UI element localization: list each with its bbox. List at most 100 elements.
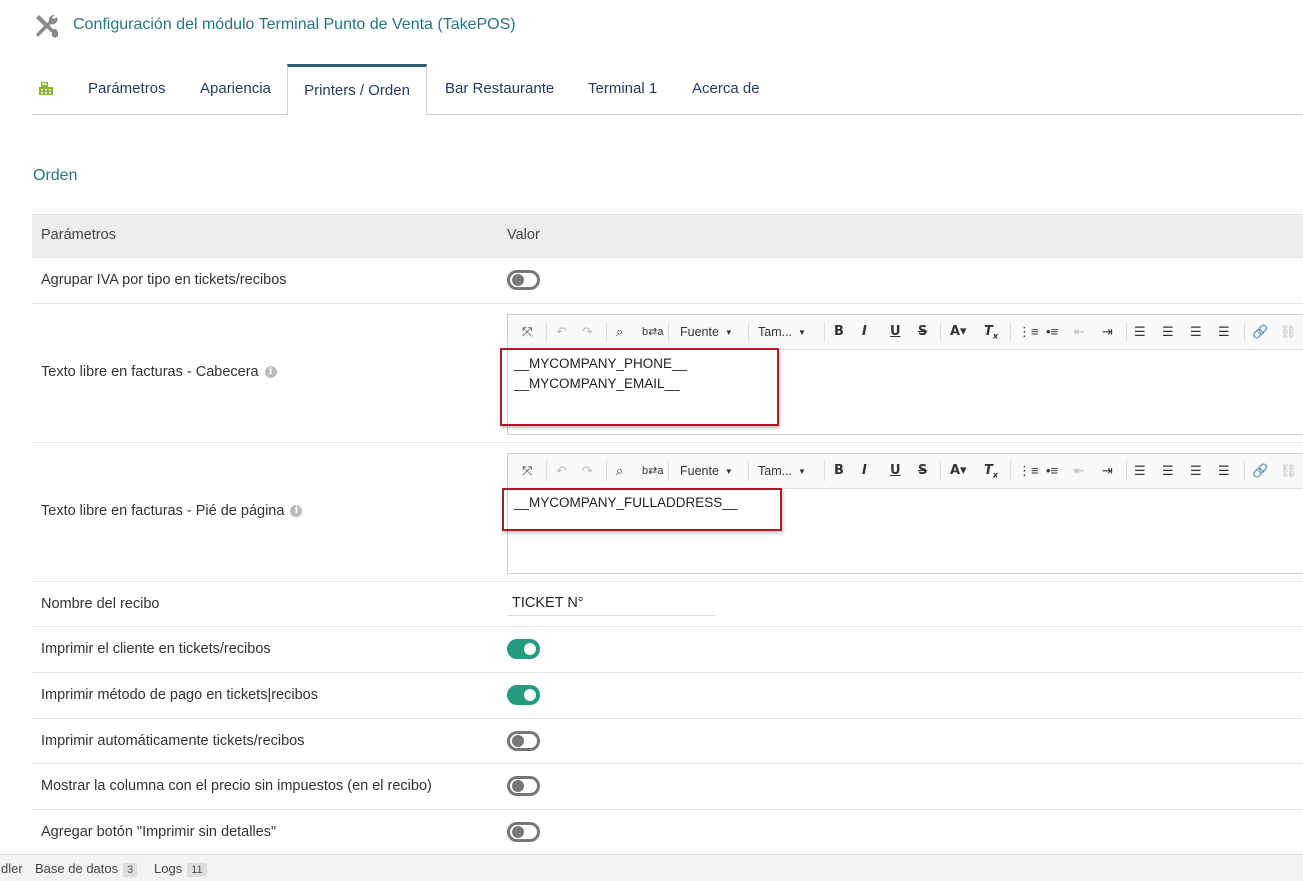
replace-icon[interactable]: b⇄a <box>642 462 663 480</box>
strikethrough-icon[interactable]: S <box>918 323 927 341</box>
find-icon[interactable]: ⌕ <box>616 462 623 480</box>
indent-icon[interactable]: ⇥ <box>1102 462 1113 480</box>
header-valor: Valor <box>507 227 540 243</box>
strikethrough-icon[interactable]: S <box>918 462 927 480</box>
toggle-switch[interactable] <box>507 822 540 842</box>
highlight-box <box>500 348 779 426</box>
table-row: Mostrar la columna con el precio sin imp… <box>32 764 1303 810</box>
font-select[interactable]: Fuente ▼ <box>680 323 733 341</box>
info-icon: i <box>290 505 303 518</box>
font-select-label: Fuente <box>680 325 719 339</box>
table-header-row: Parámetros Valor <box>32 215 1303 258</box>
font-select-label: Fuente <box>680 464 719 478</box>
count-badge: 3 <box>123 863 138 877</box>
row-label: Nombre del recibo <box>41 596 160 612</box>
toggle-switch[interactable] <box>507 685 540 705</box>
tab-bar-restaurante[interactable]: Bar Restaurante <box>445 64 554 114</box>
redo-icon[interactable]: ↷ <box>582 462 593 480</box>
outdent-icon[interactable]: ⇤ <box>1074 462 1085 480</box>
tab-printers-orden[interactable]: Printers / Orden <box>287 64 427 116</box>
link-icon[interactable]: 🔗 <box>1252 323 1268 341</box>
bullet-list-icon[interactable]: •≡ <box>1046 462 1058 480</box>
debug-item-label: Base de datos <box>35 861 119 876</box>
debug-bar: dler Base de datos 3 Logs 11 <box>0 854 1303 881</box>
text-color-icon[interactable]: A▾ <box>950 323 967 341</box>
align-center-icon[interactable]: ☰ <box>1162 462 1174 480</box>
numbered-list-icon[interactable]: ⋮≡ <box>1018 462 1039 480</box>
align-left-icon[interactable]: ☰ <box>1134 462 1146 480</box>
info-icon: i <box>264 366 277 379</box>
unlink-icon[interactable]: ⛓ <box>1280 462 1297 480</box>
underline-icon[interactable]: U <box>890 462 901 480</box>
table-row: Agrupar IVA por tipo en tickets/recibos <box>32 258 1303 304</box>
editor-toolbar: ⤧ ↶ ↷ ⌕ b⇄a Fuente ▼ Tam... ▼ B I U S A▾ T… <box>508 454 1303 489</box>
row-label: Agregar botón "Imprimir sin detalles" <box>41 824 277 840</box>
tab-bar: Parámetros Apariencia Printers / Orden B… <box>32 64 1303 116</box>
section-title: Orden <box>33 167 78 184</box>
tab-acerca-de[interactable]: Acerca de <box>692 64 760 114</box>
remove-format-icon[interactable]: Tx <box>984 323 998 341</box>
debug-item-database[interactable]: Base de datos 3 <box>35 861 138 877</box>
row-label: Agrupar IVA por tipo en tickets/recibos <box>41 272 287 288</box>
row-label: Imprimir método de pago en tickets|recib… <box>41 687 318 703</box>
table-row: Imprimir el cliente en tickets/recibos <box>32 627 1303 673</box>
editor-toolbar: ⤧ ↶ ↷ ⌕ b⇄a Fuente ▼ Tam... ▼ B I U S A▾ T… <box>508 315 1303 350</box>
italic-icon[interactable]: I <box>862 462 867 480</box>
align-left-icon[interactable]: ☰ <box>1134 323 1146 341</box>
toggle-switch[interactable] <box>507 776 540 796</box>
debug-item-label: Logs <box>154 861 183 876</box>
tab-parametros[interactable]: Parámetros <box>88 64 166 114</box>
outdent-icon[interactable]: ⇤ <box>1074 323 1085 341</box>
row-label-text: Texto libre en facturas - Pié de página <box>41 503 285 519</box>
bold-icon[interactable]: B <box>834 462 844 480</box>
unlink-icon[interactable]: ⛓ <box>1280 323 1297 341</box>
redo-icon[interactable]: ↷ <box>582 323 593 341</box>
row-label: Texto libre en facturas - Cabecera i <box>41 364 277 380</box>
remove-format-icon[interactable]: Tx <box>984 462 998 480</box>
tools-icon <box>36 14 58 38</box>
undo-icon[interactable]: ↶ <box>556 462 567 480</box>
receipt-name-input[interactable]: TICKET N° <box>507 590 715 616</box>
italic-icon[interactable]: I <box>862 323 867 341</box>
find-icon[interactable]: ⌕ <box>616 323 623 341</box>
bold-icon[interactable]: B <box>834 323 844 341</box>
undo-icon[interactable]: ↶ <box>556 323 567 341</box>
count-badge: 11 <box>187 863 207 877</box>
align-right-icon[interactable]: ☰ <box>1190 323 1202 341</box>
size-select-label: Tam... <box>758 325 793 339</box>
table-row: Agregar botón "Imprimir sin detalles" <box>32 810 1303 855</box>
table-row: Texto libre en facturas - Cabecera i ⤧ ↶ … <box>32 304 1303 443</box>
align-center-icon[interactable]: ☰ <box>1162 323 1174 341</box>
table-row: Imprimir método de pago en tickets|recib… <box>32 673 1303 719</box>
toggle-switch[interactable] <box>507 639 540 659</box>
row-label: Imprimir automáticamente tickets/recibos <box>41 733 305 749</box>
size-select[interactable]: Tam... ▼ <box>758 323 806 341</box>
bullet-list-icon[interactable]: •≡ <box>1046 323 1058 341</box>
row-label-text: Texto libre en facturas - Cabecera <box>41 364 259 380</box>
tab-terminal-1[interactable]: Terminal 1 <box>588 64 657 114</box>
justify-icon[interactable]: ☰ <box>1218 323 1230 341</box>
replace-icon[interactable]: b⇄a <box>642 323 663 341</box>
toggle-switch[interactable] <box>507 270 540 290</box>
debug-item-logs[interactable]: Logs 11 <box>154 861 207 877</box>
debug-item-handler[interactable]: dler <box>1 861 23 876</box>
maximize-icon[interactable]: ⤧ <box>522 323 532 341</box>
table-row: Imprimir automáticamente tickets/recibos <box>32 719 1303 764</box>
indent-icon[interactable]: ⇥ <box>1102 323 1113 341</box>
align-right-icon[interactable]: ☰ <box>1190 462 1202 480</box>
size-select-label: Tam... <box>758 464 793 478</box>
row-label: Mostrar la columna con el precio sin imp… <box>41 778 432 794</box>
maximize-icon[interactable]: ⤧ <box>522 462 532 480</box>
text-color-icon[interactable]: A▾ <box>950 462 967 480</box>
underline-icon[interactable]: U <box>890 323 901 341</box>
numbered-list-icon[interactable]: ⋮≡ <box>1018 323 1039 341</box>
toggle-switch[interactable] <box>507 731 540 751</box>
font-select[interactable]: Fuente ▼ <box>680 462 733 480</box>
size-select[interactable]: Tam... ▼ <box>758 462 806 480</box>
table-row: Texto libre en facturas - Pié de página i… <box>32 443 1303 582</box>
highlight-box <box>502 488 782 531</box>
tab-apariencia[interactable]: Apariencia <box>200 64 271 114</box>
link-icon[interactable]: 🔗 <box>1252 462 1268 480</box>
cash-register-icon <box>39 82 53 95</box>
justify-icon[interactable]: ☰ <box>1218 462 1230 480</box>
